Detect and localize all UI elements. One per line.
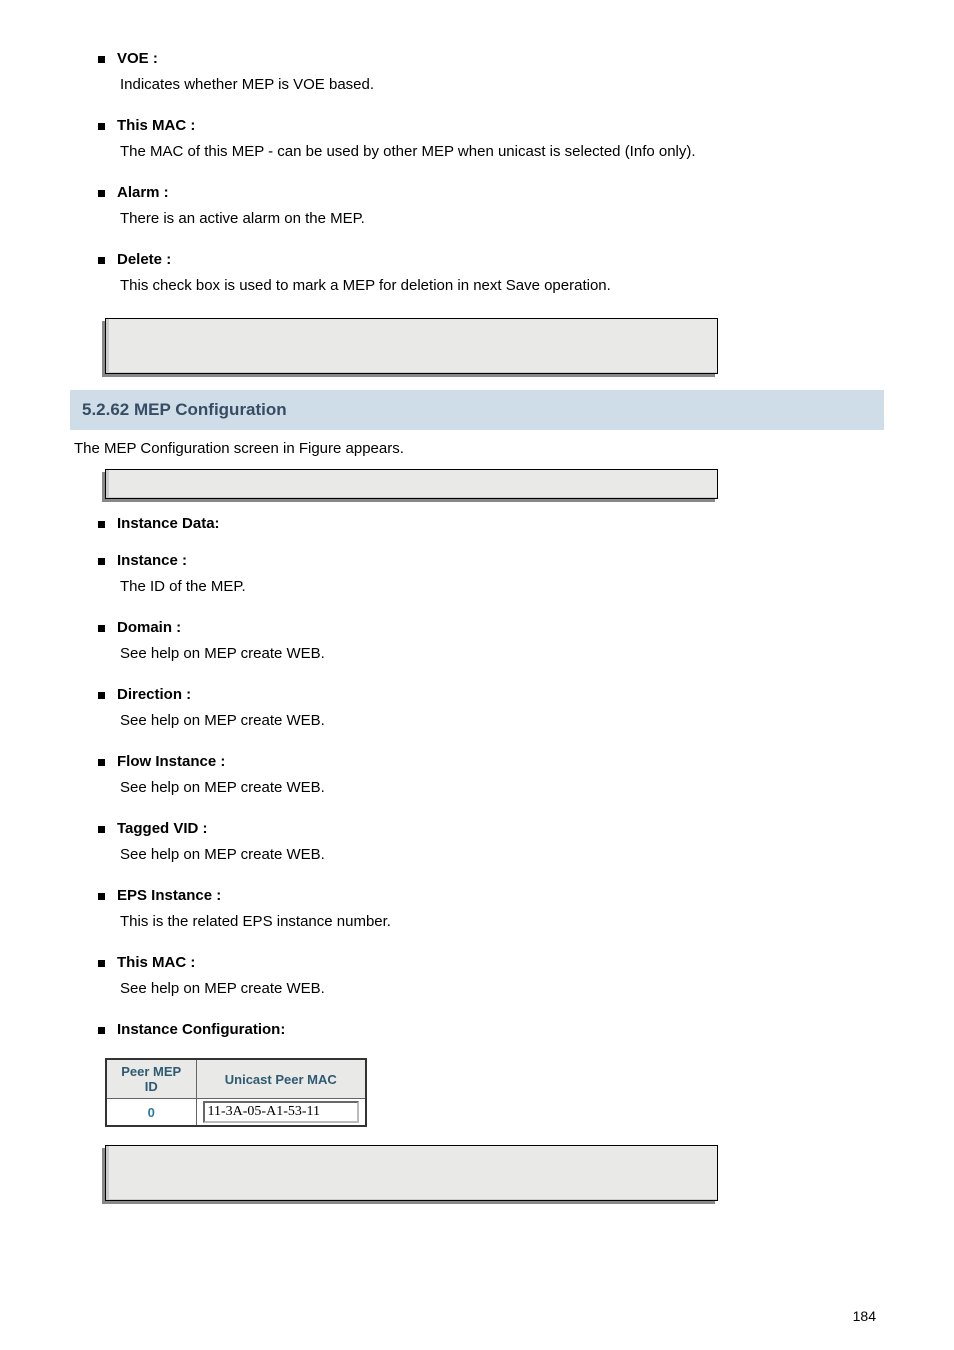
unicast-peer-mac-input[interactable] [203,1101,360,1123]
bullet-body: Indicates whether MEP is VOE based. [120,73,884,97]
bullet-dot-icon [98,521,105,528]
unicast-peer-mac-cell [196,1099,366,1127]
content-area: VOE : Indicates whether MEP is VOE based… [70,50,884,1201]
bullet-item: This MAC : See help on MEP create WEB. [70,954,884,1001]
bullet-title: Delete : [117,251,171,268]
bullet-item: Flow Instance : See help on MEP create W… [70,753,884,800]
bullet-title: Instance Data: [117,515,220,532]
bullet-dot-icon [98,759,105,766]
bullet-dot-icon [98,893,105,900]
placeholder-panel [105,469,718,499]
bullet-dot-icon [98,625,105,632]
bullet-dot-icon [98,960,105,967]
bullet-body: There is an active alarm on the MEP. [120,207,884,231]
bullet-item: Delete : This check box is used to mark … [70,251,884,298]
bullet-body: This is the related EPS instance number. [120,910,884,934]
bullet-dot-icon [98,826,105,833]
bullet-item: EPS Instance : This is the related EPS i… [70,887,884,934]
placeholder-panel [105,1145,718,1201]
bullet-title: Domain : [117,619,181,636]
bullet-dot-icon [98,123,105,130]
bullet-title: Alarm : [117,184,169,201]
bullet-body: See help on MEP create WEB. [120,776,884,800]
bullet-title: EPS Instance : [117,887,221,904]
bullet-title: Instance Configuration: [117,1021,285,1038]
bullet-title: This MAC : [117,954,195,971]
bullet-item: Tagged VID : See help on MEP create WEB. [70,820,884,867]
column-header-peer-mep-id: Peer MEP ID [106,1059,196,1099]
bullet-body: The MAC of this MEP - can be used by oth… [120,140,884,164]
section-lead-text: The MEP Configuration screen in Figure a… [74,440,884,457]
bullet-dot-icon [98,257,105,264]
bullet-dot-icon [98,190,105,197]
bullet-title: Instance : [117,552,187,569]
column-header-unicast-peer-mac: Unicast Peer MAC [196,1059,366,1099]
bullet-body: See help on MEP create WEB. [120,843,884,867]
bullet-title: Tagged VID : [117,820,208,837]
bullet-item: Alarm : There is an active alarm on the … [70,184,884,231]
placeholder-panel [105,318,718,374]
bullet-dot-icon [98,1027,105,1034]
bullet-item: Domain : See help on MEP create WEB. [70,619,884,666]
bullet-title: Flow Instance : [117,753,225,770]
bullet-item: This MAC : The MAC of this MEP - can be … [70,117,884,164]
bullet-dot-icon [98,558,105,565]
bullet-item: VOE : Indicates whether MEP is VOE based… [70,50,884,97]
bullet-item: Instance : The ID of the MEP. [70,552,884,599]
bullet-dot-icon [98,692,105,699]
bullet-dot-icon [98,56,105,63]
table-row: 0 [106,1099,366,1127]
bullet-body: This check box is used to mark a MEP for… [120,274,884,298]
bullet-item: Instance Data: [70,515,884,532]
bullet-body: The ID of the MEP. [120,575,884,599]
peer-mep-id-cell: 0 [106,1099,196,1127]
bullet-body: See help on MEP create WEB. [120,642,884,666]
bullet-item: Direction : See help on MEP create WEB. [70,686,884,733]
peer-mep-table: Peer MEP ID Unicast Peer MAC 0 [105,1058,884,1127]
page-number: 184 [853,1308,876,1324]
bullet-title: Direction : [117,686,191,703]
bullet-title: This MAC : [117,117,195,134]
bullet-title: VOE : [117,50,158,67]
bullet-body: See help on MEP create WEB. [120,977,884,1001]
section-header: 5.2.62 MEP Configuration [70,390,884,430]
bullet-body: See help on MEP create WEB. [120,709,884,733]
bullet-item: Instance Configuration: [70,1021,884,1038]
